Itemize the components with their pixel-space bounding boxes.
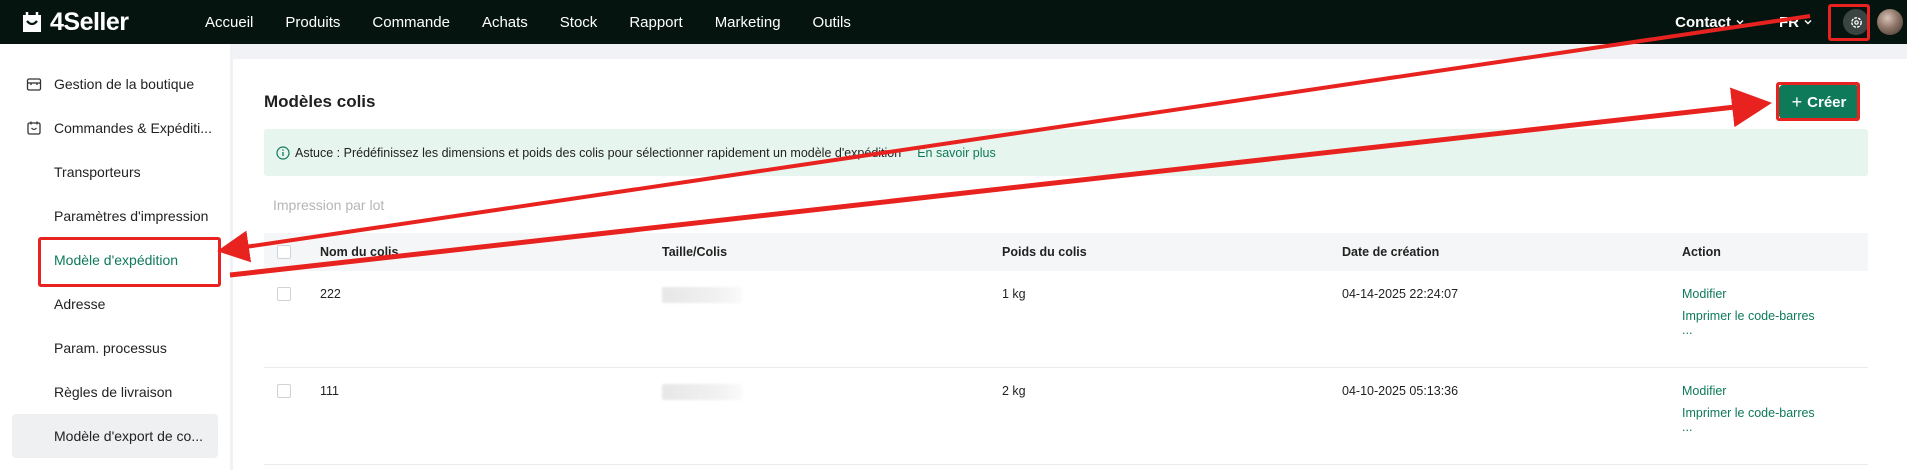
- plus-icon: +: [1791, 91, 1803, 112]
- sidebar-item-store-management[interactable]: Gestion de la boutique: [0, 62, 230, 106]
- sidebar-item-delivery-rules[interactable]: Règles de livraison: [0, 370, 230, 414]
- package-weight: 1 kg: [1002, 287, 1026, 301]
- created-date: 04-14-2025 22:24:07: [1342, 287, 1459, 301]
- table-row: 111 2 kg 04-10-2025 05:13:36 Modifier Im…: [264, 368, 1868, 465]
- bag-icon: [27, 121, 41, 135]
- batch-print-button[interactable]: Impression par lot: [273, 197, 384, 213]
- top-navigation-bar: 4Seller Accueil Produits Commande Achats…: [0, 0, 1907, 44]
- column-header-name: Nom du colis: [320, 245, 399, 259]
- row-check-cell: [264, 287, 320, 301]
- select-all-checkbox[interactable]: [277, 245, 291, 259]
- language-label: FR: [1779, 13, 1799, 31]
- row-check-cell: [264, 384, 320, 398]
- row-checkbox[interactable]: [277, 287, 291, 301]
- main-nav: Accueil Produits Commande Achats Stock R…: [205, 14, 883, 31]
- more-actions[interactable]: ...: [1682, 420, 1868, 434]
- package-table: Nom du colis Taille/Colis Poids du colis…: [264, 233, 1868, 465]
- info-icon: [276, 145, 290, 160]
- chevron-down-icon: [1804, 20, 1812, 25]
- header-actions: Contact FR: [1675, 0, 1907, 44]
- print-barcode-link[interactable]: Imprimer le code-barres: [1682, 406, 1868, 420]
- table-header: Nom du colis Taille/Colis Poids du colis…: [264, 233, 1868, 271]
- sidebar-item-label: Commandes & Expéditi...: [54, 120, 212, 136]
- sidebar-item-export-template[interactable]: Modèle d'export de co...: [12, 414, 218, 458]
- sidebar-item-label: Gestion de la boutique: [54, 76, 195, 92]
- column-header-date: Date de création: [1342, 245, 1440, 259]
- row-actions: Modifier Imprimer le code-barres ...: [1682, 287, 1868, 337]
- table-row: 222 1 kg 04-14-2025 22:24:07 Modifier Im…: [264, 271, 1868, 368]
- language-menu[interactable]: FR: [1779, 14, 1813, 31]
- print-barcode-link[interactable]: Imprimer le code-barres: [1682, 309, 1868, 323]
- sidebar-item-shipping-template[interactable]: Modèle d'expédition: [0, 238, 230, 282]
- nav-rapport[interactable]: Rapport: [629, 14, 682, 31]
- sidebar-item-carriers[interactable]: Transporteurs: [0, 150, 230, 194]
- sidebar-item-address[interactable]: Adresse: [0, 282, 230, 326]
- column-header-weight: Poids du colis: [1002, 245, 1087, 259]
- bag-logo-icon: [23, 12, 41, 32]
- package-name: 222: [320, 287, 341, 301]
- nav-outils[interactable]: Outils: [813, 14, 851, 31]
- row-actions: Modifier Imprimer le code-barres ...: [1682, 384, 1868, 434]
- package-size: [662, 287, 1002, 306]
- package-size: [662, 384, 1002, 403]
- sidebar: Gestion de la boutique Commandes & Expéd…: [0, 44, 230, 470]
- sidebar-item-process-settings[interactable]: Param. processus: [0, 326, 230, 370]
- brand-name: 4Seller: [50, 7, 129, 36]
- brand-logo[interactable]: 4Seller: [20, 8, 205, 37]
- nav-accueil[interactable]: Accueil: [205, 14, 253, 31]
- redacted-size: [662, 287, 742, 303]
- settings-button[interactable]: [1843, 9, 1869, 35]
- nav-stock[interactable]: Stock: [560, 14, 598, 31]
- nav-produits[interactable]: Produits: [285, 14, 340, 31]
- modify-link[interactable]: Modifier: [1682, 287, 1868, 301]
- sidebar-item-print-settings[interactable]: Paramètres d'impression: [0, 194, 230, 238]
- package-weight: 2 kg: [1002, 384, 1026, 398]
- nav-achats[interactable]: Achats: [482, 14, 528, 31]
- contact-menu[interactable]: Contact: [1675, 14, 1745, 31]
- store-icon: [26, 78, 42, 91]
- column-header-action: Action: [1682, 245, 1721, 259]
- nav-marketing[interactable]: Marketing: [715, 14, 781, 31]
- package-name: 111: [320, 384, 340, 398]
- create-button[interactable]: + Créer: [1779, 85, 1859, 119]
- select-all-cell: [264, 245, 320, 259]
- more-actions[interactable]: ...: [1682, 323, 1868, 337]
- tip-text: Astuce : Prédéfinissez les dimensions et…: [295, 145, 902, 160]
- create-button-label: Créer: [1807, 93, 1847, 111]
- sidebar-item-orders-shipping[interactable]: Commandes & Expéditi...: [0, 106, 230, 150]
- created-date: 04-10-2025 05:13:36: [1342, 384, 1459, 398]
- learn-more-link[interactable]: En savoir plus: [917, 146, 996, 160]
- row-checkbox[interactable]: [277, 384, 291, 398]
- tip-banner: Astuce : Prédéfinissez les dimensions et…: [264, 129, 1868, 176]
- redacted-size: [662, 384, 742, 400]
- user-avatar[interactable]: [1877, 9, 1903, 35]
- nav-commande[interactable]: Commande: [372, 14, 450, 31]
- modify-link[interactable]: Modifier: [1682, 384, 1868, 398]
- chevron-down-icon: [1736, 20, 1744, 25]
- contact-label: Contact: [1675, 13, 1731, 31]
- gear-icon: [1850, 16, 1862, 28]
- page-title: Modèles colis: [264, 92, 376, 111]
- main-content: Modèles colis + Créer Astuce : Prédéfini…: [233, 59, 1907, 470]
- column-header-size: Taille/Colis: [662, 245, 728, 259]
